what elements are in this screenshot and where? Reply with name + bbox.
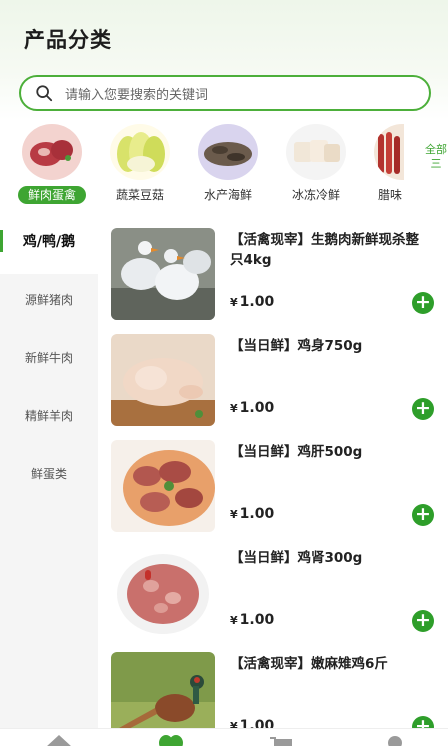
product-name: 【活禽现宰】嫩麻雉鸡6斤 — [230, 656, 388, 672]
product-image-chicken-gizzard — [111, 546, 215, 638]
add-to-cart-button[interactable]: + — [412, 292, 434, 314]
category-label: 冰冻冷鲜 — [291, 188, 340, 202]
product-name: 【当日鲜】鸡身750g — [230, 338, 363, 354]
search-input[interactable]: 请输入您要搜索的关键词 — [19, 75, 431, 111]
product-card[interactable]: 【当日鲜】鸡身750g ¥1.00 + — [98, 322, 448, 428]
category-label: 水产海鲜 — [203, 188, 252, 202]
product-image-geese — [111, 228, 215, 320]
category-item-vegetables[interactable]: 蔬菜豆菇 — [100, 122, 180, 204]
product-card[interactable]: 【活禽现宰】生鹅肉新鲜现杀整只4kg ¥1.00 + — [98, 216, 448, 322]
search-placeholder: 请输入您要搜索的关键词 — [65, 87, 209, 103]
category-image-meat — [22, 124, 82, 180]
category-icon[interactable] — [156, 735, 186, 746]
category-image-frozen — [286, 124, 346, 180]
category-image-vegetables — [110, 124, 170, 180]
product-name: 【活禽现宰】生鹅肉新鲜现杀整只4kg — [230, 232, 419, 268]
product-price: ¥1.00 — [230, 294, 275, 310]
category-item-frozen[interactable]: 冰冻冷鲜 — [276, 122, 356, 204]
sidebar: 鸡/鸭/鹅 源鲜猪肉 新鲜牛肉 精鲜羊肉 鲜蛋类 — [0, 216, 98, 746]
sidebar-item-eggs[interactable]: 鲜蛋类 — [0, 448, 98, 506]
product-price: ¥1.00 — [230, 400, 275, 416]
product-image-chicken-liver — [111, 440, 215, 532]
category-item-seafood[interactable]: 水产海鲜 — [188, 122, 268, 204]
category-image-cured — [374, 124, 404, 180]
home-icon[interactable] — [44, 735, 74, 746]
product-price: ¥1.00 — [230, 506, 275, 522]
search-icon — [36, 85, 53, 102]
sidebar-item-pork[interactable]: 源鲜猪肉 — [0, 274, 98, 332]
bottom-tabbar — [0, 728, 448, 746]
product-card[interactable]: 【当日鲜】鸡肾300g ¥1.00 + — [98, 534, 448, 640]
cart-icon[interactable] — [268, 735, 298, 746]
category-image-seafood — [198, 124, 258, 180]
product-list: 【活禽现宰】生鹅肉新鲜现杀整只4kg ¥1.00 + 【当日鲜】鸡身750g ¥… — [98, 216, 448, 744]
category-label: 腊味 — [377, 188, 402, 202]
product-price: ¥1.00 — [230, 612, 275, 628]
add-to-cart-button[interactable]: + — [412, 398, 434, 420]
user-icon[interactable] — [380, 735, 410, 746]
product-name: 【当日鲜】鸡肾300g — [230, 550, 363, 566]
sidebar-item-poultry[interactable]: 鸡/鸭/鹅 — [0, 216, 98, 274]
add-to-cart-button[interactable]: + — [412, 610, 434, 632]
product-image-chicken-body — [111, 334, 215, 426]
category-label: 鲜肉蛋禽 — [18, 186, 86, 204]
all-categories-button[interactable]: 全部三 — [424, 143, 448, 171]
add-to-cart-button[interactable]: + — [412, 504, 434, 526]
sidebar-item-lamb[interactable]: 精鲜羊肉 — [0, 390, 98, 448]
category-item-cured[interactable]: 腊味 — [358, 122, 422, 204]
category-item-meat[interactable]: 鲜肉蛋禽 — [12, 122, 92, 204]
category-label: 蔬菜豆菇 — [115, 188, 164, 202]
sidebar-item-beef[interactable]: 新鲜牛肉 — [0, 332, 98, 390]
product-name: 【当日鲜】鸡肝500g — [230, 444, 363, 460]
category-strip: 鲜肉蛋禽 蔬菜豆菇 水产海鲜 冰冻冷鲜 腊味 — [0, 122, 448, 206]
product-card[interactable]: 【当日鲜】鸡肝500g ¥1.00 + — [98, 428, 448, 534]
page-title: 产品分类 — [24, 28, 112, 52]
